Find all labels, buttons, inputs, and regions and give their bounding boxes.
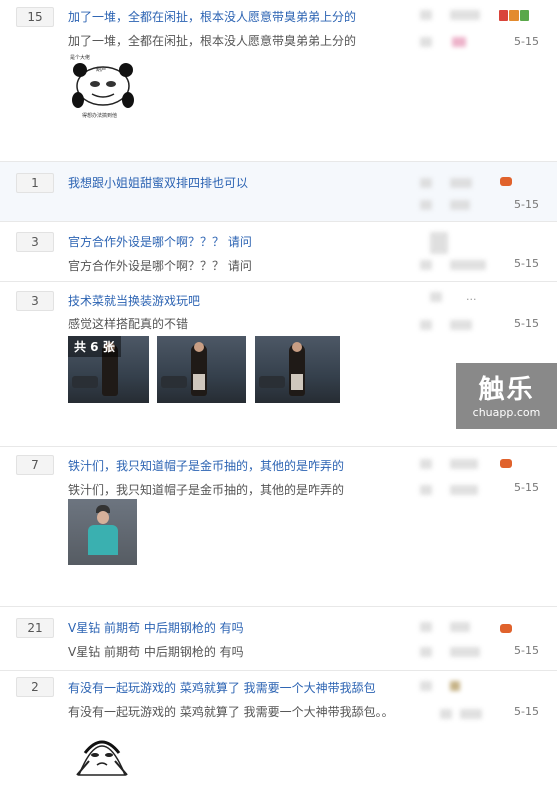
last-reply-time: 5-15 bbox=[514, 317, 539, 330]
game-controller-icon bbox=[500, 177, 512, 186]
watermark-url: chuapp.com bbox=[472, 406, 541, 419]
site-watermark: 触乐 chuapp.com bbox=[456, 363, 557, 429]
thread-item[interactable]: 1 我想跟小姐姐甜蜜双排四排也可以 5-15 bbox=[0, 162, 557, 222]
thread-title[interactable]: 官方合作外设是哪个啊？？？ 请问 bbox=[68, 233, 252, 250]
last-reply-name-blurred bbox=[450, 647, 480, 657]
meme-caption-top: 是个大佬 bbox=[70, 55, 91, 61]
last-reply-time: 5-15 bbox=[514, 705, 539, 718]
author-name-blurred bbox=[450, 459, 478, 469]
photo-count-overlay: 共 6 张 bbox=[68, 336, 121, 357]
character-sweater bbox=[88, 525, 118, 555]
car-shape bbox=[161, 376, 187, 388]
user-badge-icons bbox=[499, 10, 529, 21]
author-name-blurred bbox=[450, 10, 480, 20]
author-name-blurred bbox=[450, 681, 460, 691]
game-controller-icon bbox=[500, 624, 512, 633]
author-avatar-blurred bbox=[420, 622, 432, 632]
last-reply-time: 5-15 bbox=[514, 481, 539, 494]
last-reply-time: 5-15 bbox=[514, 644, 539, 657]
last-reply-avatar-blurred bbox=[440, 709, 452, 719]
character-head bbox=[292, 342, 302, 352]
thread-title[interactable]: 我想跟小姐姐甜蜜双排四排也可以 bbox=[68, 174, 248, 191]
last-reply-name-blurred bbox=[460, 709, 482, 719]
reply-count: 3 bbox=[16, 232, 54, 252]
thread-title[interactable]: V星钻 前期苟 中后期钢枪的 有吗 bbox=[68, 619, 244, 636]
character-legs bbox=[291, 374, 303, 390]
thread-photo[interactable] bbox=[68, 499, 137, 565]
reply-count: 7 bbox=[16, 455, 54, 475]
thread-summary: V星钻 前期苟 中后期钢枪的 有吗 bbox=[68, 645, 244, 659]
character-head bbox=[194, 342, 204, 352]
game-controller-icon bbox=[500, 459, 512, 468]
character-face bbox=[97, 511, 109, 524]
character-legs bbox=[193, 374, 205, 390]
thread-summary: 官方合作外设是哪个啊？？？ 请问 bbox=[68, 259, 252, 273]
author-name-blurred bbox=[450, 178, 472, 188]
thread-title[interactable]: 有没有一起玩游戏的 菜鸡就算了 我需要一个大神带我舔包 bbox=[68, 679, 376, 696]
last-reply-avatar-blurred bbox=[420, 37, 432, 47]
author-avatar-blurred bbox=[430, 292, 442, 302]
author-avatar-blurred bbox=[420, 178, 432, 188]
last-reply-avatar-blurred bbox=[420, 260, 432, 270]
car-shape bbox=[72, 376, 98, 388]
last-reply-name-blurred bbox=[450, 200, 470, 210]
meme-caption-face: 葫芦 bbox=[96, 67, 107, 73]
meme-image[interactable] bbox=[71, 725, 133, 777]
thread-item[interactable]: 15 加了一堆，全都在闲扯，根本没人愿意带臭弟弟上分的 加了一堆，全都在闲扯，根… bbox=[0, 0, 557, 162]
last-reply-avatar-blurred bbox=[420, 200, 432, 210]
thread-summary: 有没有一起玩游戏的 菜鸡就算了 我需要一个大神带我舔包。。 bbox=[68, 705, 394, 719]
meme-image[interactable]: 是个大佬 葫芦 得想办法搞到他 bbox=[68, 55, 138, 119]
last-reply-name-blurred bbox=[450, 320, 472, 330]
last-reply-avatar-blurred bbox=[420, 647, 432, 657]
car-shape bbox=[259, 376, 285, 388]
crying-face-meme-icon bbox=[76, 740, 128, 776]
last-reply-name-blurred bbox=[450, 485, 478, 495]
reply-count: 1 bbox=[16, 173, 54, 193]
thread-summary: 铁汁们，我只知道帽子是金币抽的，其他的是咋弄的 bbox=[68, 483, 345, 497]
reply-count: 3 bbox=[16, 291, 54, 311]
author-avatar-blurred bbox=[420, 459, 432, 469]
thread-summary: 加了一堆，全都在闲扯，根本没人愿意带臭弟弟上分的 bbox=[68, 34, 357, 48]
author-avatar-blurred bbox=[420, 10, 432, 20]
thread-item[interactable]: 7 铁汁们，我只知道帽子是金币抽的，其他的是咋弄的 铁汁们，我只知道帽子是金币抽… bbox=[0, 447, 557, 607]
last-reply-time: 5-15 bbox=[514, 198, 539, 211]
author-avatar-blurred bbox=[420, 681, 432, 691]
thread-item[interactable]: 3 官方合作外设是哪个啊？？？ 请问 官方合作外设是哪个啊？？？ 请问 5-15 bbox=[0, 222, 557, 282]
last-reply-name-blurred bbox=[452, 37, 466, 47]
thread-photo[interactable] bbox=[255, 336, 340, 403]
reply-count: 21 bbox=[16, 618, 54, 638]
author-avatar-blurred bbox=[430, 232, 448, 254]
thread-item[interactable]: 2 有没有一起玩游戏的 菜鸡就算了 我需要一个大神带我舔包 有没有一起玩游戏的 … bbox=[0, 671, 557, 792]
last-reply-avatar-blurred bbox=[420, 485, 432, 495]
author-name-blurred bbox=[450, 622, 470, 632]
reply-count: 15 bbox=[16, 7, 54, 27]
thread-title[interactable]: 铁汁们，我只知道帽子是金币抽的，其他的是咋弄的 bbox=[68, 457, 344, 474]
thread-item[interactable]: 21 V星钻 前期苟 中后期钢枪的 有吗 V星钻 前期苟 中后期钢枪的 有吗 5… bbox=[0, 607, 557, 671]
watermark-logo-text: 触乐 bbox=[478, 375, 535, 405]
author-name-truncated: ... bbox=[466, 290, 477, 303]
thread-summary: 感觉这样搭配真的不错 bbox=[68, 317, 189, 331]
reply-count: 2 bbox=[16, 677, 54, 697]
last-reply-time: 5-15 bbox=[514, 35, 539, 48]
thread-photo[interactable]: 共 6 张 bbox=[68, 336, 149, 403]
last-reply-time: 5-15 bbox=[514, 257, 539, 270]
meme-caption-bottom: 得想办法搞到他 bbox=[82, 113, 118, 119]
last-reply-name-blurred bbox=[450, 260, 486, 270]
thread-title[interactable]: 技术菜就当换装游戏玩吧 bbox=[68, 292, 200, 309]
thread-title[interactable]: 加了一堆，全都在闲扯，根本没人愿意带臭弟弟上分的 bbox=[68, 8, 356, 25]
last-reply-avatar-blurred bbox=[420, 320, 432, 330]
thread-photo[interactable] bbox=[157, 336, 246, 403]
